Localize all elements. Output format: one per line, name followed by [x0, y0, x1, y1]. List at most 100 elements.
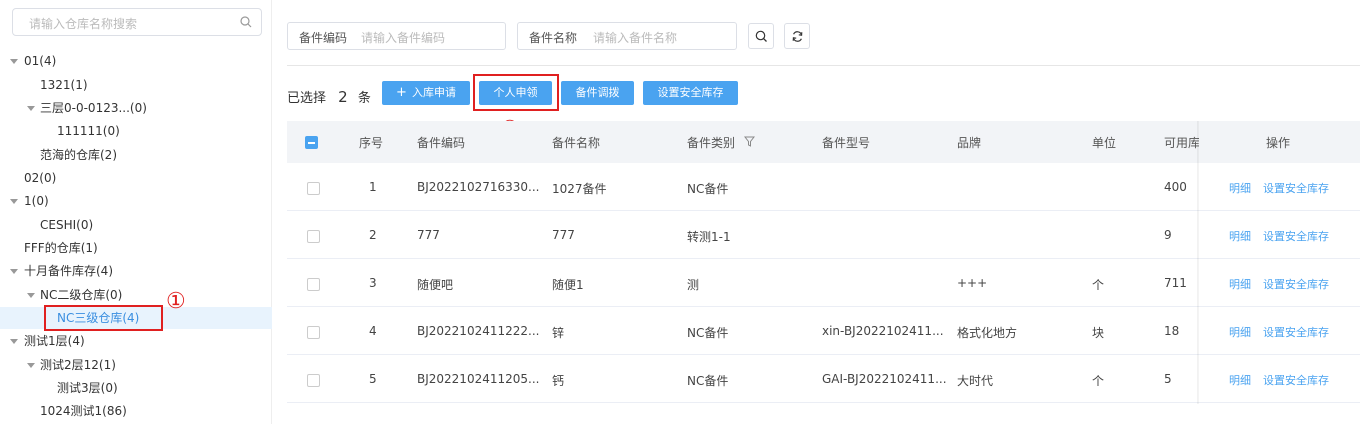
cell-brand: 格式化地方 — [957, 326, 1018, 340]
tree-node[interactable]: NC二级仓库(0) — [40, 284, 122, 306]
refresh-button[interactable] — [784, 23, 810, 49]
ops-row: 明细 设置安全库存 — [1199, 355, 1360, 403]
cell-name: 1027备件 — [552, 182, 607, 196]
cell-code: BJ2022102411205... — [417, 372, 540, 386]
cell-index: 5 — [369, 372, 377, 386]
set-safety-stock-link[interactable]: 设置安全库存 — [1263, 324, 1329, 340]
header-unit: 单位 — [1092, 136, 1117, 150]
select-all-checkbox[interactable] — [305, 136, 318, 149]
cell-category: NC备件 — [687, 182, 729, 196]
cell-model: xin-BJ2022102411... — [822, 324, 944, 338]
cell-code: 随便吧 — [417, 278, 454, 292]
tree-node[interactable]: 01(4) — [24, 50, 56, 72]
cell-available: 9 — [1164, 228, 1172, 242]
cell-model: GAI-BJ2022102411... — [822, 372, 947, 386]
set-safety-stock-link[interactable]: 设置安全库存 — [1263, 180, 1329, 196]
tree-node[interactable]: FFF的仓库(1) — [24, 237, 98, 259]
cell-index: 1 — [369, 180, 377, 194]
annotation-box-2 — [473, 74, 559, 111]
expand-caret-icon[interactable] — [27, 293, 35, 298]
tree-node[interactable]: 测试3层(0) — [57, 377, 118, 399]
code-filter-field[interactable]: 备件编码 请输入备件编码 — [287, 22, 506, 50]
warehouse-search-input[interactable]: 请输入仓库名称搜索 — [12, 8, 262, 36]
row-checkbox[interactable] — [307, 374, 320, 387]
operations-column: 操作 明细 设置安全库存 明细 设置安全库存 明细 设置安全库存 明细 设置安全… — [1199, 121, 1360, 404]
cell-available: 18 — [1164, 324, 1180, 338]
row-checkbox[interactable] — [307, 230, 320, 243]
tree-node[interactable]: 111111(0) — [57, 120, 120, 142]
tree-node[interactable]: 1321(1) — [40, 74, 88, 96]
inbound-request-label: 入库申请 — [411, 86, 456, 99]
cell-index: 3 — [369, 276, 377, 290]
detail-link[interactable]: 明细 — [1229, 180, 1251, 196]
ops-row: 明细 设置安全库存 — [1199, 307, 1360, 355]
expand-caret-icon[interactable] — [10, 59, 18, 64]
tree-node[interactable]: 测试1层(4) — [24, 330, 85, 352]
detail-link[interactable]: 明细 — [1229, 228, 1251, 244]
tree-node[interactable]: 范海的仓库(2) — [40, 144, 117, 166]
expand-caret-icon[interactable] — [10, 199, 18, 204]
tree-node[interactable]: 三层0-0-0123...(0) — [40, 97, 147, 119]
row-checkbox[interactable] — [307, 182, 320, 195]
expand-caret-icon[interactable] — [10, 269, 18, 274]
cell-available: 400 — [1164, 180, 1187, 194]
search-icon[interactable] — [240, 16, 252, 28]
set-safety-stock-link[interactable]: 设置安全库存 — [1263, 228, 1329, 244]
inbound-request-button[interactable]: + 入库申请 — [382, 81, 470, 105]
cell-code: BJ2022102411222... — [417, 324, 540, 338]
search-button[interactable] — [748, 23, 774, 49]
name-filter-placeholder: 请输入备件名称 — [593, 31, 678, 45]
set-safety-stock-button[interactable]: 设置安全库存 — [643, 81, 738, 105]
header-index: 序号 — [359, 136, 384, 150]
set-safety-stock-link[interactable]: 设置安全库存 — [1263, 372, 1329, 388]
annotation-box-1 — [44, 305, 163, 331]
tree-node[interactable]: 02(0) — [24, 167, 56, 189]
selected-prefix: 已选择 — [287, 91, 327, 106]
cell-name: 随便1 — [552, 278, 584, 292]
cell-brand: 大时代 — [957, 374, 994, 388]
cell-code: 777 — [417, 228, 440, 242]
cell-available: 5 — [1164, 372, 1172, 386]
cell-unit: 个 — [1092, 278, 1105, 292]
header-available: 可用库 — [1164, 136, 1199, 150]
selected-suffix: 条 — [357, 91, 371, 106]
cell-category: 测 — [687, 278, 700, 292]
tree-node[interactable]: 1024测试1(86) — [40, 400, 127, 422]
selection-summary: 已选择 2 条 — [287, 87, 371, 106]
row-checkbox[interactable] — [307, 326, 320, 339]
cell-category: NC备件 — [687, 374, 729, 388]
tree-node[interactable]: CESHI(0) — [40, 214, 93, 236]
expand-caret-icon[interactable] — [27, 106, 35, 111]
header-model: 备件型号 — [822, 136, 871, 150]
annotation-number-1: ① — [166, 289, 186, 314]
code-filter-label: 备件编码 — [299, 31, 348, 45]
set-safety-stock-link[interactable]: 设置安全库存 — [1263, 276, 1329, 292]
tree-node[interactable]: 十月备件库存(4) — [24, 260, 113, 282]
detail-link[interactable]: 明细 — [1229, 276, 1251, 292]
operations-header: 操作 — [1199, 121, 1360, 163]
cell-category: 转测1-1 — [687, 230, 731, 244]
row-checkbox[interactable] — [307, 278, 320, 291]
expand-caret-icon[interactable] — [27, 363, 35, 368]
detail-link[interactable]: 明细 — [1229, 372, 1251, 388]
header-category: 备件类别 — [687, 136, 736, 150]
spare-transfer-button[interactable]: 备件调拨 — [561, 81, 634, 105]
filter-icon[interactable] — [744, 136, 755, 147]
ops-row: 明细 设置安全库存 — [1199, 259, 1360, 307]
cell-code: BJ2022102716330... — [417, 180, 540, 194]
plus-icon: + — [396, 85, 407, 100]
name-filter-field[interactable]: 备件名称 请输入备件名称 — [517, 22, 737, 50]
search-icon — [755, 30, 767, 42]
tree-node[interactable]: 测试2层12(1) — [40, 354, 116, 376]
tree-node[interactable]: 1(0) — [24, 190, 49, 212]
code-filter-placeholder: 请输入备件编码 — [361, 31, 446, 45]
cell-brand: +++ — [957, 276, 988, 290]
ops-row: 明细 设置安全库存 — [1199, 163, 1360, 211]
detail-link[interactable]: 明细 — [1229, 324, 1251, 340]
cell-available: 711 — [1164, 276, 1187, 290]
expand-caret-icon[interactable] — [10, 339, 18, 344]
header-code: 备件编码 — [417, 136, 466, 150]
cell-name: 锌 — [552, 326, 565, 340]
cell-unit: 个 — [1092, 374, 1105, 388]
header-name: 备件名称 — [552, 136, 601, 150]
